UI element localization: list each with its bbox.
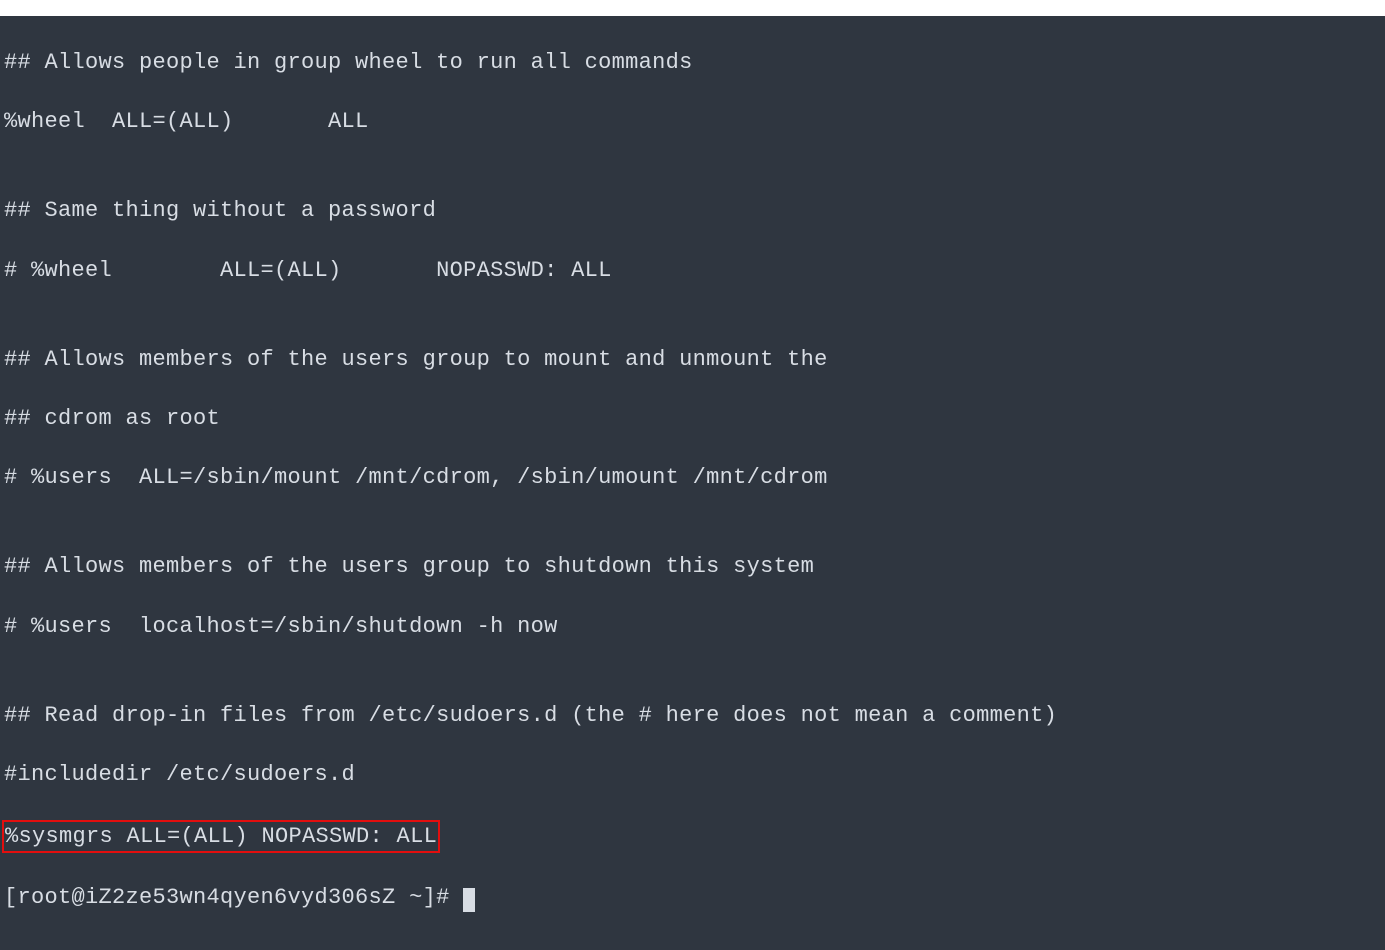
sudoers-line: %wheel ALL=(ALL) ALL bbox=[4, 107, 1381, 137]
sudoers-line: # %users ALL=/sbin/mount /mnt/cdrom, /sb… bbox=[4, 463, 1381, 493]
sudoers-line: # %users localhost=/sbin/shutdown -h now bbox=[4, 612, 1381, 642]
sudoers-line: # %wheel ALL=(ALL) NOPASSWD: ALL bbox=[4, 256, 1381, 286]
sudoers-line: #includedir /etc/sudoers.d bbox=[4, 760, 1381, 790]
sudoers-line: ## cdrom as root bbox=[4, 404, 1381, 434]
sudoers-line: ## Allows members of the users group to … bbox=[4, 552, 1381, 582]
sudoers-line: ## Read drop-in files from /etc/sudoers.… bbox=[4, 701, 1381, 731]
highlighted-sudoers-entry: %sysmgrs ALL=(ALL) NOPASSWD: ALL bbox=[2, 820, 440, 854]
shell-prompt: [root@iZ2ze53wn4qyen6vyd306sZ ~]# bbox=[4, 885, 463, 910]
sudoers-line: ## Allows members of the users group to … bbox=[4, 345, 1381, 375]
terminal-window[interactable]: ## Allows people in group wheel to run a… bbox=[0, 16, 1385, 950]
sudoers-line: ## Same thing without a password bbox=[4, 196, 1381, 226]
sudoers-line: ## Allows people in group wheel to run a… bbox=[4, 48, 1381, 78]
terminal-cursor[interactable] bbox=[463, 888, 475, 912]
